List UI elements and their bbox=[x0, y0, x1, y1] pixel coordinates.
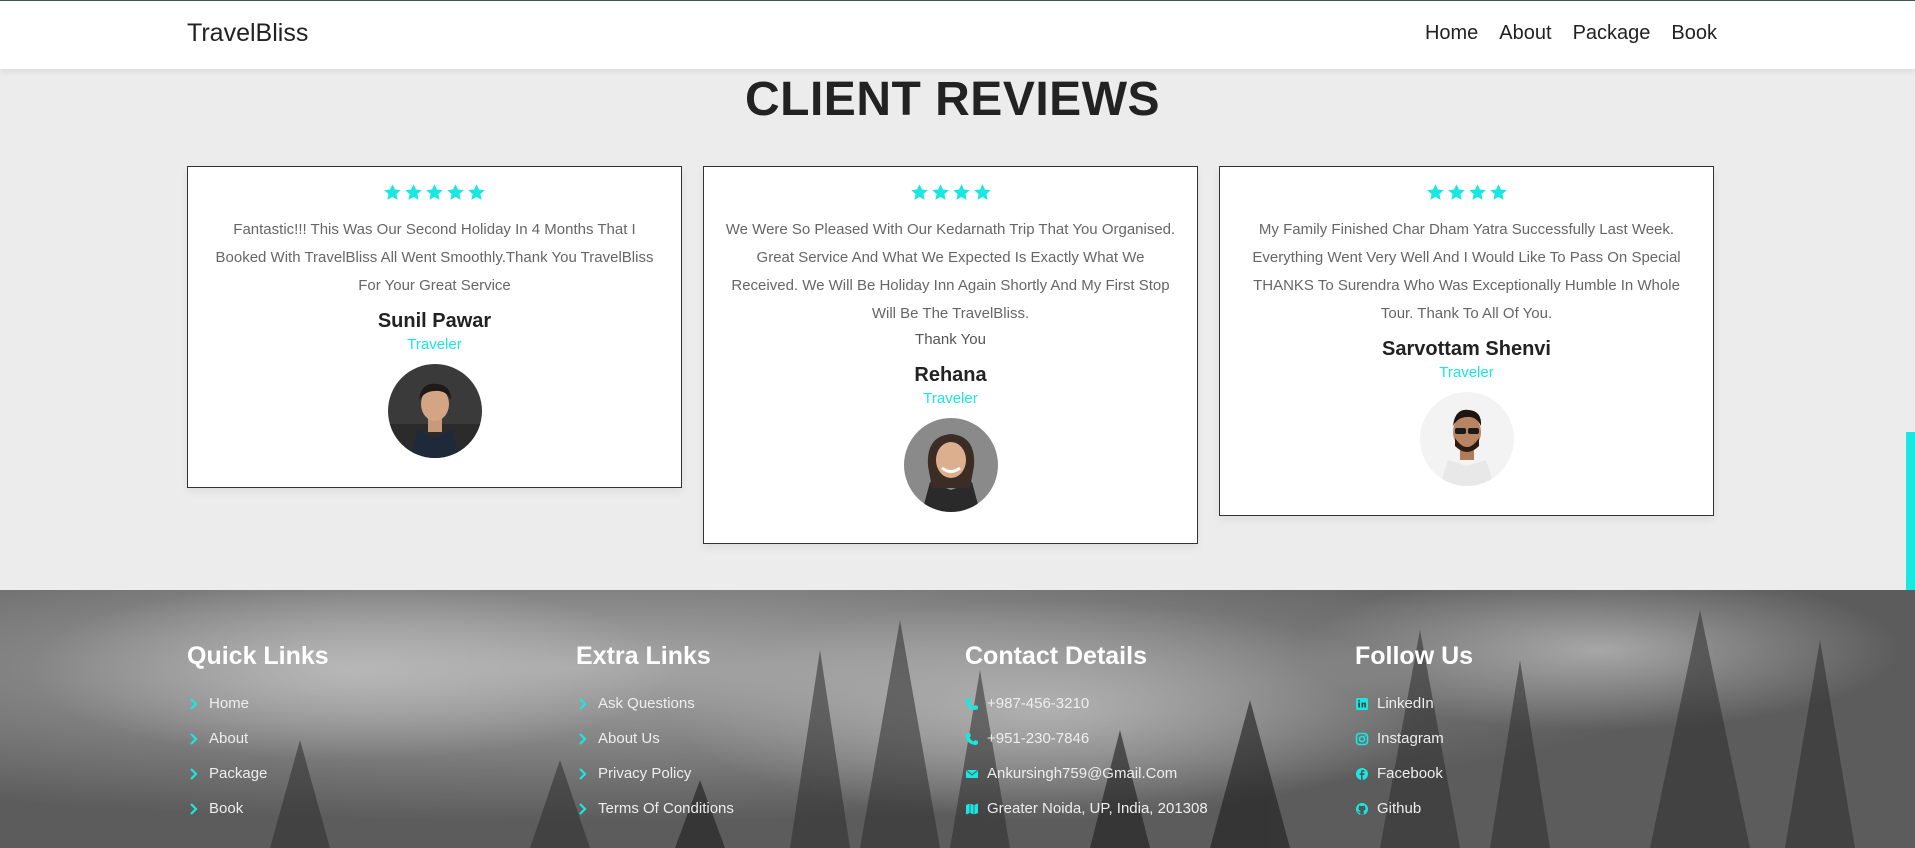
quick-links: Quick Links Home About Package Book bbox=[187, 640, 329, 826]
chevron-right-icon bbox=[579, 802, 587, 815]
star-icon bbox=[426, 184, 443, 200]
instagram-icon bbox=[1355, 732, 1369, 745]
social-label: Github bbox=[1377, 800, 1422, 817]
contact-address[interactable]: Greater Noida, UP, India, 201308 bbox=[965, 791, 1208, 826]
social-facebook[interactable]: Facebook bbox=[1355, 756, 1473, 791]
star-icon bbox=[1447, 184, 1465, 200]
chevron-right-icon bbox=[190, 767, 198, 780]
nav-home[interactable]: Home bbox=[1425, 22, 1478, 45]
follow-us-title: Follow Us bbox=[1355, 642, 1474, 670]
facebook-icon bbox=[1356, 767, 1368, 780]
social-github[interactable]: Github bbox=[1355, 791, 1473, 826]
contact-text: Greater Noida, UP, India, 201308 bbox=[987, 800, 1208, 817]
envelope-icon bbox=[966, 769, 978, 778]
footer-link-package[interactable]: Package bbox=[187, 756, 329, 791]
avatar bbox=[387, 364, 482, 458]
nav-book[interactable]: Book bbox=[1671, 22, 1717, 45]
section-title: CLIENT REVIEWS bbox=[744, 73, 1161, 126]
contact-email[interactable]: Ankursingh759@Gmail.Com bbox=[965, 756, 1208, 791]
review-signoff: Thank You bbox=[915, 331, 986, 348]
footer-link-ask-questions[interactable]: Ask Questions bbox=[576, 686, 734, 721]
chevron-right-icon bbox=[190, 697, 198, 710]
star-icon bbox=[1426, 184, 1444, 200]
extra-links-title: Extra Links bbox=[576, 642, 711, 670]
social-label: Facebook bbox=[1377, 765, 1443, 782]
review-card: Fantastic!!! This Was Our Second Holiday… bbox=[187, 166, 682, 488]
reviewer-role: Traveler bbox=[923, 390, 978, 407]
chevron-right-icon bbox=[579, 732, 587, 745]
star-rating bbox=[704, 183, 1197, 207]
reviewer-name: Sunil Pawar bbox=[377, 310, 492, 332]
footer-link-about[interactable]: About bbox=[187, 721, 329, 756]
star-icon bbox=[1489, 184, 1507, 200]
contact-text: +951-230-7846 bbox=[987, 730, 1090, 747]
star-icon bbox=[468, 184, 485, 200]
avatar bbox=[903, 418, 998, 512]
star-icon bbox=[931, 184, 949, 200]
footer-link-label: Privacy Policy bbox=[598, 765, 692, 782]
footer-link-home[interactable]: Home bbox=[187, 686, 329, 721]
star-icon bbox=[910, 184, 928, 200]
brand-logo[interactable]: TravelBliss bbox=[187, 19, 308, 48]
review-text: My Family Finished Char Dham Yatra Succe… bbox=[1252, 221, 1681, 322]
chevron-right-icon bbox=[579, 697, 587, 710]
footer-link-label: Book bbox=[209, 800, 244, 817]
footer-link-book[interactable]: Book bbox=[187, 791, 329, 826]
github-icon bbox=[1356, 802, 1368, 815]
social-label: LinkedIn bbox=[1377, 695, 1434, 712]
reviewer-name: Rehana bbox=[914, 364, 987, 386]
star-icon bbox=[973, 184, 991, 200]
star-icon bbox=[952, 184, 970, 200]
reviewer-role: Traveler bbox=[1439, 364, 1494, 381]
star-icon bbox=[384, 184, 401, 200]
footer-link-label: About bbox=[209, 730, 249, 747]
review-card: My Family Finished Char Dham Yatra Succe… bbox=[1219, 166, 1714, 516]
footer-link-label: Terms Of Conditions bbox=[598, 800, 734, 817]
nav-about[interactable]: About bbox=[1499, 22, 1551, 45]
review-text: Fantastic!!! This Was Our Second Holiday… bbox=[215, 221, 654, 294]
contact-phone-1[interactable]: +987-456-3210 bbox=[965, 686, 1208, 721]
linkedin-icon bbox=[1356, 697, 1368, 710]
phone-icon bbox=[966, 732, 978, 745]
social-instagram[interactable]: Instagram bbox=[1355, 721, 1473, 756]
review-text: We Were So Pleased With Our Kedarnath Tr… bbox=[725, 221, 1176, 322]
reviewer-name: Sarvottam Shenvi bbox=[1382, 338, 1551, 360]
star-icon bbox=[1468, 184, 1486, 200]
footer-link-terms[interactable]: Terms Of Conditions bbox=[576, 791, 734, 826]
follow-us: Follow Us LinkedIn Instagram Facebook Gi… bbox=[1355, 640, 1473, 826]
contact-text: Ankursingh759@Gmail.Com bbox=[987, 765, 1178, 782]
contact-details-title: Contact Details bbox=[965, 642, 1147, 670]
footer: Quick Links Home About Package Book Extr… bbox=[0, 590, 1915, 848]
footer-link-label: Package bbox=[209, 765, 268, 782]
star-icon bbox=[447, 184, 464, 200]
contact-phone-2[interactable]: +951-230-7846 bbox=[965, 721, 1208, 756]
chevron-right-icon bbox=[190, 732, 198, 745]
contact-details: Contact Details +987-456-3210 +951-230-7… bbox=[965, 640, 1208, 826]
avatar bbox=[1419, 392, 1514, 486]
phone-icon bbox=[966, 697, 978, 710]
navbar: TravelBliss Home About Package Book bbox=[0, 1, 1915, 69]
social-label: Instagram bbox=[1377, 730, 1444, 747]
footer-link-label: Ask Questions bbox=[598, 695, 695, 712]
footer-link-label: About Us bbox=[598, 730, 660, 747]
social-linkedin[interactable]: LinkedIn bbox=[1355, 686, 1473, 721]
footer-link-privacy-policy[interactable]: Privacy Policy bbox=[576, 756, 734, 791]
star-icon bbox=[405, 184, 422, 200]
star-rating bbox=[188, 183, 681, 207]
chevron-right-icon bbox=[579, 767, 587, 780]
extra-links: Extra Links Ask Questions About Us Priva… bbox=[576, 640, 734, 826]
nav-package[interactable]: Package bbox=[1573, 22, 1651, 45]
main-nav: Home About Package Book bbox=[1425, 22, 1717, 45]
review-card: We Were So Pleased With Our Kedarnath Tr… bbox=[703, 166, 1198, 544]
reviewer-role: Traveler bbox=[407, 336, 462, 353]
star-rating bbox=[1220, 183, 1713, 207]
contact-text: +987-456-3210 bbox=[987, 695, 1090, 712]
footer-link-label: Home bbox=[209, 695, 250, 712]
map-icon bbox=[966, 803, 978, 814]
quick-links-title: Quick Links bbox=[187, 642, 329, 670]
chevron-right-icon bbox=[190, 802, 198, 815]
footer-link-about-us[interactable]: About Us bbox=[576, 721, 734, 756]
